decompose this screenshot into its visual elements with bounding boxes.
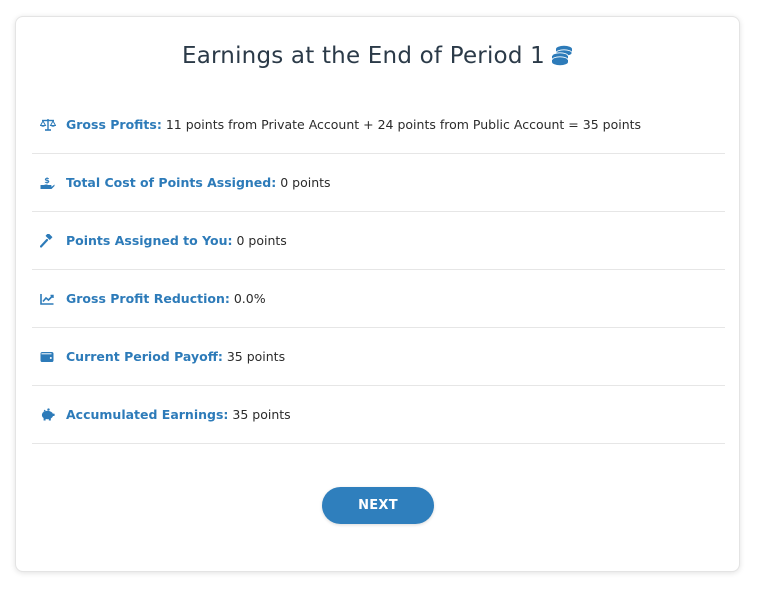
points-assigned-label: Points Assigned to You: (66, 233, 233, 248)
gavel-icon (40, 233, 58, 248)
total-cost-value: 0 points (280, 175, 331, 190)
page-title-text: Earnings at the End of Period 1 (182, 43, 545, 69)
accumulated-earnings-row: Accumulated Earnings: 35 points (32, 386, 725, 444)
svg-text:$: $ (44, 176, 50, 185)
page-title: Earnings at the End of Period 1 (16, 43, 739, 72)
current-period-payoff-label: Current Period Payoff: (66, 349, 223, 364)
gross-profit-reduction-row: Gross Profit Reduction: 0.0% (32, 270, 725, 328)
gross-profits-row: Gross Profits: 11 points from Private Ac… (32, 96, 725, 154)
total-cost-label: Total Cost of Points Assigned: (66, 175, 277, 190)
total-cost-row: $ Total Cost of Points Assigned: 0 point… (32, 154, 725, 212)
next-button[interactable]: NEXT (322, 487, 434, 524)
chart-line-icon (40, 292, 58, 306)
piggy-bank-icon (40, 408, 58, 422)
gross-profit-reduction-label: Gross Profit Reduction: (66, 291, 230, 306)
current-period-payoff-row: Current Period Payoff: 35 points (32, 328, 725, 386)
accumulated-earnings-label: Accumulated Earnings: (66, 407, 229, 422)
earnings-card: Earnings at the End of Period 1 Gross Pr… (15, 16, 740, 572)
gross-profits-label: Gross Profits: (66, 117, 162, 132)
wallet-icon (40, 350, 58, 364)
coins-icon (551, 44, 573, 72)
hand-holding-dollar-icon: $ (40, 176, 58, 190)
accumulated-earnings-value: 35 points (232, 407, 291, 422)
points-assigned-value: 0 points (236, 233, 287, 248)
earnings-list: Gross Profits: 11 points from Private Ac… (32, 96, 725, 444)
points-assigned-row: Points Assigned to You: 0 points (32, 212, 725, 270)
gross-profit-reduction-value: 0.0% (233, 291, 266, 306)
current-period-payoff-value: 35 points (226, 349, 286, 364)
balance-scale-icon (40, 118, 58, 132)
gross-profits-value: 11 points from Private Account + 24 poin… (165, 117, 642, 132)
